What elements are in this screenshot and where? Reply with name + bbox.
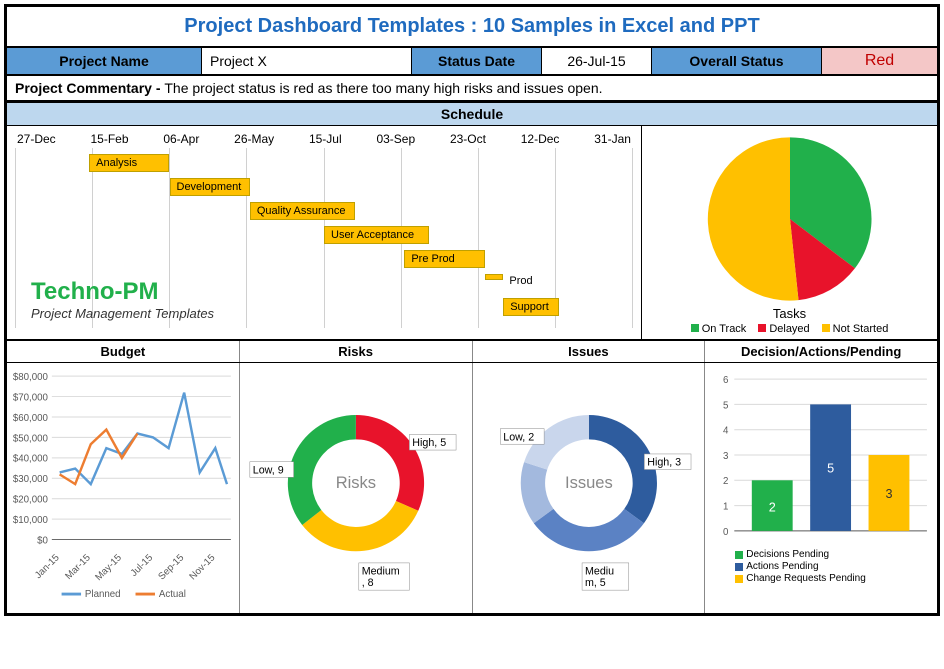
- svg-text:3: 3: [723, 451, 728, 462]
- pie-legend: On Track Delayed Not Started: [650, 323, 929, 335]
- gantt-date: 03-Sep: [376, 132, 415, 146]
- dap-svg: 6 5 4 3 2 1 0 2 5 3: [709, 367, 933, 543]
- pie-svg: [695, 134, 885, 304]
- svg-text:$50,000: $50,000: [13, 433, 49, 444]
- svg-text:1: 1: [723, 501, 728, 512]
- gantt-task: Quality Assurance: [250, 202, 355, 220]
- chart-hdr: Decision/Actions/Pending: [705, 341, 937, 362]
- risks-svg: Risks High, 5 Low, 9 Medium, 8: [244, 367, 468, 609]
- page-title: Project Dashboard Templates : 10 Samples…: [7, 7, 937, 48]
- chart-hdr: Risks: [240, 341, 473, 362]
- logo: Techno-PM Project Management Templates: [31, 278, 214, 321]
- issues-svg: Issues High, 3 Low, 2 Medium, 5: [477, 367, 701, 609]
- commentary-text: The project status is red as there too m…: [164, 80, 602, 96]
- svg-text:m, 5: m, 5: [584, 577, 605, 589]
- svg-text:Risks: Risks: [335, 473, 375, 492]
- legend-item: Not Started: [822, 323, 889, 335]
- svg-text:0: 0: [723, 527, 729, 538]
- issues-chart: Issues High, 3 Low, 2 Medium, 5: [473, 363, 706, 613]
- svg-text:5: 5: [827, 462, 834, 476]
- legend-item: Change Requests Pending: [746, 573, 866, 584]
- svg-text:$10,000: $10,000: [13, 515, 49, 526]
- charts-row: $80,000 $70,000 $60,000 $50,000 $40,000 …: [7, 363, 937, 613]
- gantt-chart: 27-Dec 15-Feb 06-Apr 26-May 15-Jul 03-Se…: [7, 126, 642, 339]
- svg-text:Mediu: Mediu: [584, 566, 613, 578]
- svg-text:May-15: May-15: [93, 552, 124, 583]
- legend-item: Decisions Pending: [746, 549, 829, 560]
- svg-text:$20,000: $20,000: [13, 495, 49, 506]
- gantt-task: [485, 274, 504, 280]
- gantt-date: 31-Jan: [594, 132, 631, 146]
- gantt-task: Development: [170, 178, 250, 196]
- gantt-date: 27-Dec: [17, 132, 56, 146]
- svg-text:$70,000: $70,000: [13, 392, 49, 403]
- gantt-date: 15-Jul: [309, 132, 342, 146]
- svg-text:Nov-15: Nov-15: [187, 552, 217, 582]
- svg-text:4: 4: [723, 426, 729, 437]
- gantt-task: Pre Prod: [404, 250, 484, 268]
- svg-text:Low, 9: Low, 9: [253, 464, 284, 476]
- project-name-value: Project X: [202, 48, 412, 74]
- svg-text:Sep-15: Sep-15: [156, 552, 186, 582]
- risks-chart: Risks High, 5 Low, 9 Medium, 8: [240, 363, 473, 613]
- budget-svg: $80,000 $70,000 $60,000 $50,000 $40,000 …: [11, 367, 235, 609]
- chart-hdr: Budget: [7, 341, 240, 362]
- gantt-date: 15-Feb: [90, 132, 128, 146]
- gantt-date: 12-Dec: [521, 132, 560, 146]
- project-name-label: Project Name: [7, 48, 202, 74]
- overall-status-value: Red: [822, 48, 937, 74]
- svg-text:Actual: Actual: [159, 589, 186, 600]
- svg-text:High, 3: High, 3: [647, 457, 681, 469]
- commentary: Project Commentary - The project status …: [7, 76, 937, 102]
- gantt-date: 06-Apr: [163, 132, 199, 146]
- commentary-label: Project Commentary -: [15, 80, 164, 96]
- header-row: Project Name Project X Status Date 26-Ju…: [7, 48, 937, 76]
- svg-text:Issues: Issues: [565, 473, 613, 492]
- svg-text:Planned: Planned: [85, 589, 121, 600]
- svg-text:3: 3: [886, 487, 893, 501]
- chart-hdr: Issues: [473, 341, 706, 362]
- svg-text:Jul-15: Jul-15: [129, 552, 156, 579]
- gantt-date: 26-May: [234, 132, 274, 146]
- dap-legend: Decisions Pending Actions Pending Change…: [709, 549, 933, 584]
- gantt-date-axis: 27-Dec 15-Feb 06-Apr 26-May 15-Jul 03-Se…: [15, 132, 633, 146]
- schedule-title: Schedule: [7, 102, 937, 126]
- svg-text:$40,000: $40,000: [13, 454, 49, 465]
- gantt-task: User Acceptance: [324, 226, 429, 244]
- budget-chart: $80,000 $70,000 $60,000 $50,000 $40,000 …: [7, 363, 240, 613]
- status-date-label: Status Date: [412, 48, 542, 74]
- dap-chart: 6 5 4 3 2 1 0 2 5 3 Decisions Pending Ac…: [705, 363, 937, 613]
- svg-text:6: 6: [723, 375, 728, 386]
- svg-text:$80,000: $80,000: [13, 372, 49, 383]
- svg-text:Medium: Medium: [361, 566, 399, 578]
- gantt-date: 23-Oct: [450, 132, 486, 146]
- gantt-task: Analysis: [89, 154, 169, 172]
- status-date-value: 26-Jul-15: [542, 48, 652, 74]
- svg-text:, 8: , 8: [361, 577, 373, 589]
- svg-text:$30,000: $30,000: [13, 474, 49, 485]
- svg-text:$0: $0: [37, 535, 48, 546]
- overall-status-label: Overall Status: [652, 48, 822, 74]
- gantt-task-label: Prod: [509, 275, 532, 287]
- pie-title: Tasks: [650, 306, 929, 321]
- svg-text:5: 5: [723, 400, 728, 411]
- svg-text:2: 2: [723, 476, 728, 487]
- svg-text:High, 5: High, 5: [412, 437, 446, 449]
- svg-text:Jan-15: Jan-15: [33, 552, 62, 581]
- svg-text:2: 2: [769, 500, 776, 514]
- svg-text:Mar-15: Mar-15: [63, 552, 93, 582]
- legend-item: Actions Pending: [746, 561, 818, 572]
- charts-header: Budget Risks Issues Decision/Actions/Pen…: [7, 341, 937, 363]
- gantt-task: Support: [503, 298, 559, 316]
- svg-text:$60,000: $60,000: [13, 413, 49, 424]
- schedule-section: 27-Dec 15-Feb 06-Apr 26-May 15-Jul 03-Se…: [7, 126, 937, 341]
- dashboard-frame: Project Dashboard Templates : 10 Samples…: [4, 4, 940, 616]
- svg-text:Low, 2: Low, 2: [503, 431, 534, 443]
- tasks-pie-chart: Tasks On Track Delayed Not Started: [642, 126, 937, 339]
- legend-item: Delayed: [758, 323, 809, 335]
- logo-sub: Project Management Templates: [31, 306, 214, 321]
- legend-item: On Track: [691, 323, 747, 335]
- logo-main: Techno-PM: [31, 278, 214, 306]
